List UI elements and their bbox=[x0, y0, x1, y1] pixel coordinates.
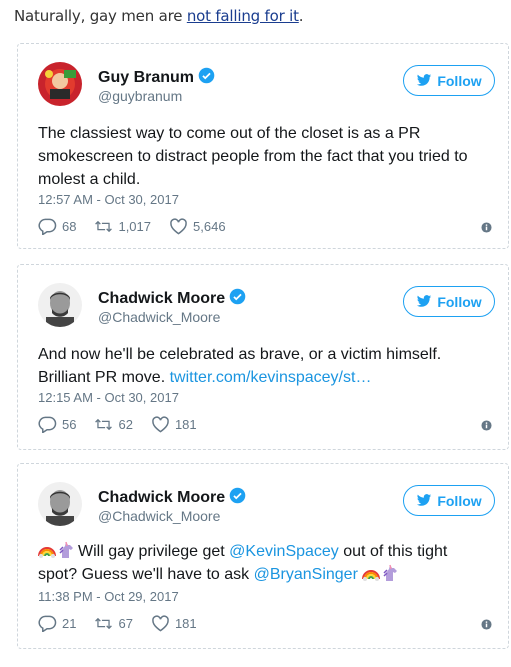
reply-icon bbox=[38, 615, 57, 632]
retweet-count: 1,017 bbox=[118, 219, 152, 234]
reply-button[interactable]: 21 bbox=[38, 615, 76, 632]
retweet-count: 67 bbox=[118, 616, 133, 631]
author-handle[interactable]: @Chadwick_Moore bbox=[98, 508, 220, 524]
intro-link[interactable]: not falling for it bbox=[187, 7, 299, 25]
reply-count: 21 bbox=[62, 616, 77, 631]
follow-label: Follow bbox=[437, 492, 482, 509]
reply-count: 56 bbox=[62, 417, 77, 432]
tweet-text: And now he'll be celebrated as brave, or… bbox=[38, 343, 490, 389]
author-name[interactable]: Chadwick Moore bbox=[98, 288, 246, 308]
heart-icon bbox=[152, 416, 169, 433]
follow-label: Follow bbox=[437, 72, 482, 89]
reply-count: 68 bbox=[62, 219, 77, 234]
heart-icon bbox=[170, 218, 187, 235]
tweet-text: Will gay privilege get @KevinSpacey out … bbox=[38, 540, 490, 586]
like-count: 181 bbox=[174, 417, 197, 432]
twitter-bird-icon bbox=[417, 494, 432, 506]
author-name[interactable]: Chadwick Moore bbox=[98, 487, 246, 507]
tweet-card: Guy Branum @guybranum Follow The classie… bbox=[17, 43, 509, 249]
avatar[interactable] bbox=[38, 482, 82, 526]
twitter-bird-icon bbox=[417, 74, 432, 86]
follow-label: Follow bbox=[437, 293, 482, 310]
tweet-actions: 68 1,017 5,646 bbox=[38, 218, 244, 235]
unicorn-icon bbox=[59, 541, 73, 558]
tweet-link[interactable]: twitter.com/kevinspacey/st… bbox=[170, 369, 372, 386]
reply-button[interactable]: 68 bbox=[38, 218, 76, 235]
reply-icon bbox=[38, 218, 57, 235]
like-count: 181 bbox=[174, 616, 197, 631]
author-name-text: Chadwick Moore bbox=[98, 290, 226, 307]
retweet-button[interactable]: 1,017 bbox=[94, 218, 151, 235]
reply-icon bbox=[38, 416, 57, 433]
follow-button[interactable]: Follow bbox=[403, 286, 495, 317]
follow-button[interactable]: Follow bbox=[403, 65, 495, 96]
like-button[interactable]: 181 bbox=[151, 416, 197, 433]
intro-text: Naturally, gay men are not falling for i… bbox=[14, 7, 304, 25]
retweet-count: 62 bbox=[118, 417, 133, 432]
retweet-button[interactable]: 67 bbox=[94, 615, 133, 632]
like-count: 5,646 bbox=[193, 219, 226, 234]
avatar[interactable] bbox=[38, 283, 82, 327]
info-icon[interactable] bbox=[481, 222, 492, 233]
reply-button[interactable]: 56 bbox=[38, 416, 76, 433]
tweet-timestamp[interactable]: 12:57 AM - Oct 30, 2017 bbox=[38, 192, 179, 207]
mention-link[interactable]: @BryanSinger bbox=[254, 566, 358, 583]
tweet-timestamp[interactable]: 12:15 AM - Oct 30, 2017 bbox=[38, 390, 179, 405]
verified-icon bbox=[229, 288, 246, 305]
verified-icon bbox=[198, 67, 215, 84]
tweet-card: Chadwick Moore @Chadwick_Moore Follow Wi… bbox=[17, 463, 509, 649]
heart-icon bbox=[152, 615, 169, 632]
like-button[interactable]: 181 bbox=[151, 615, 197, 632]
tweet-card: Chadwick Moore @Chadwick_Moore Follow An… bbox=[17, 264, 509, 450]
tweet-timestamp[interactable]: 11:38 PM - Oct 29, 2017 bbox=[38, 589, 179, 604]
rainbow-icon bbox=[362, 570, 381, 581]
author-name-text: Guy Branum bbox=[98, 69, 195, 86]
author-handle[interactable]: @Chadwick_Moore bbox=[98, 309, 220, 325]
retweet-button[interactable]: 62 bbox=[94, 416, 133, 433]
tweet-actions: 21 67 181 bbox=[38, 615, 215, 632]
retweet-icon bbox=[95, 617, 113, 630]
retweet-icon bbox=[95, 418, 113, 431]
rainbow-icon bbox=[38, 547, 56, 558]
author-name[interactable]: Guy Branum bbox=[98, 67, 215, 87]
tweet-actions: 56 62 181 bbox=[38, 416, 215, 433]
retweet-icon bbox=[95, 220, 113, 233]
like-button[interactable]: 5,646 bbox=[169, 218, 226, 235]
avatar[interactable] bbox=[38, 62, 82, 106]
mention-link[interactable]: @KevinSpacey bbox=[229, 543, 339, 560]
verified-icon bbox=[229, 487, 246, 504]
twitter-bird-icon bbox=[417, 295, 432, 307]
intro-suffix: . bbox=[298, 7, 304, 25]
author-handle[interactable]: @guybranum bbox=[98, 88, 182, 104]
info-icon[interactable] bbox=[481, 619, 492, 630]
author-name-text: Chadwick Moore bbox=[98, 489, 226, 506]
follow-button[interactable]: Follow bbox=[403, 485, 495, 516]
unicorn-icon bbox=[383, 564, 398, 581]
intro-prefix: Naturally, gay men are bbox=[14, 7, 187, 25]
tweet-text-body: Will gay privilege get bbox=[78, 543, 230, 560]
info-icon[interactable] bbox=[481, 420, 492, 431]
tweet-text: The classiest way to come out of the clo… bbox=[38, 125, 468, 188]
